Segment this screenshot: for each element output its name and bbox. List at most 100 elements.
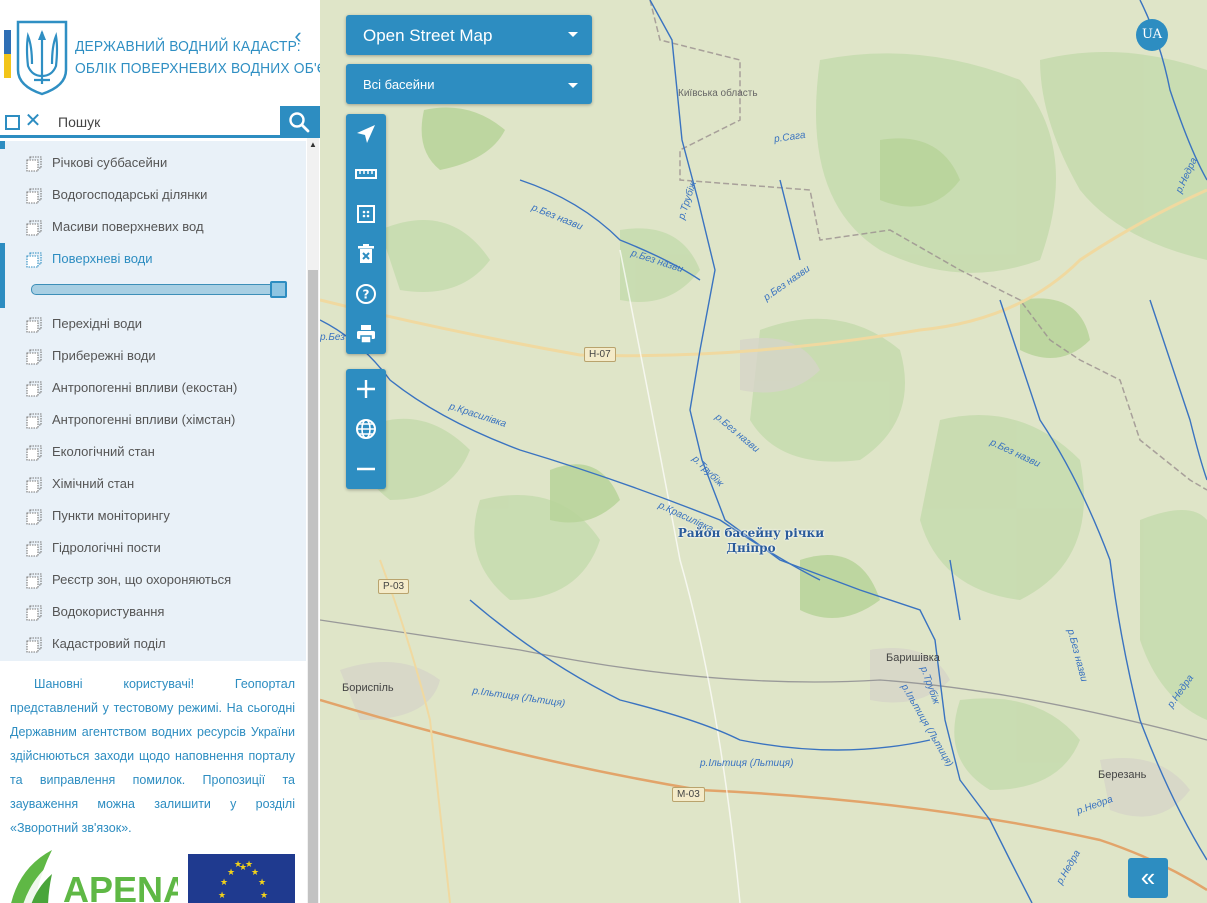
locate-button[interactable]	[346, 114, 386, 154]
search-input[interactable]	[58, 110, 276, 134]
basemap-select-value: Open Street Map	[363, 26, 493, 45]
layer-item[interactable]: Перехідні води	[0, 308, 306, 340]
layer-item[interactable]: Масиви поверхневих вод	[0, 211, 306, 243]
layer-icon	[26, 509, 42, 525]
svg-text:★: ★	[234, 860, 242, 870]
sidebar: ДЕРЖАВНИЙ ВОДНИЙ КАДАСТР: ОБЛІК ПОВЕРХНЕ…	[0, 0, 320, 903]
place-label: Баришівка	[886, 652, 940, 664]
zoom-in-button[interactable]	[346, 369, 386, 409]
basin-label: Район басейну річки Дніпро	[666, 526, 836, 556]
layer-icon	[26, 349, 42, 365]
caret-down-icon	[568, 32, 578, 37]
help-icon: ?	[356, 284, 376, 304]
svg-text:★: ★	[220, 878, 228, 888]
river-label: р.Ільтиця (Льтиця)	[700, 758, 794, 769]
search-button[interactable]	[280, 106, 320, 138]
layer-item[interactable]: Кадастровий поділ	[0, 628, 306, 660]
opacity-slider-thumb[interactable]	[270, 281, 287, 298]
layer-label: Водокористування	[52, 604, 165, 619]
layer-item[interactable]: Поверхневі води	[0, 243, 306, 308]
layer-icon	[26, 220, 42, 236]
full-extent-button[interactable]	[346, 409, 386, 449]
layer-label: Хімічний стан	[52, 476, 135, 491]
help-button[interactable]: ?	[346, 274, 386, 314]
layer-icon	[26, 381, 42, 397]
print-button[interactable]	[346, 314, 386, 354]
layer-item[interactable]: Екологічний стан	[0, 436, 306, 468]
trident-coat-of-arms-icon	[16, 20, 68, 96]
layer-label: Кадастровий поділ	[52, 636, 166, 651]
layer-item[interactable]: Антропогенні впливи (хімстан)	[0, 404, 306, 436]
place-label: Бориспіль	[342, 682, 394, 694]
scrollbar-thumb[interactable]	[308, 270, 318, 903]
scroll-up-arrow[interactable]: ▲	[307, 138, 319, 152]
chevron-left-icon[interactable]: ‹	[289, 25, 307, 47]
layer-icon	[26, 541, 42, 557]
oblast-label: Київська область	[678, 88, 758, 99]
layer-icon	[26, 156, 42, 172]
basin-label-line2: Дніпро	[726, 541, 776, 555]
header: ДЕРЖАВНИЙ ВОДНИЙ КАДАСТР: ОБЛІК ПОВЕРХНЕ…	[0, 0, 320, 105]
measure-area-button[interactable]	[346, 194, 386, 234]
layer-icon	[26, 605, 42, 621]
layer-label: Річкові суббасейни	[52, 155, 168, 170]
svg-text:★: ★	[218, 891, 226, 901]
layer-item[interactable]: Водогосподарські ділянки	[0, 179, 306, 211]
zoom-in-icon	[357, 380, 375, 398]
globe-icon	[356, 419, 376, 439]
layer-icon	[26, 188, 42, 204]
measure-distance-button[interactable]	[346, 154, 386, 194]
language-switch[interactable]: UA	[1136, 19, 1168, 51]
layer-label: Масиви поверхневих вод	[52, 219, 204, 234]
svg-text:★: ★	[258, 878, 266, 888]
layer-label: Пункти моніторингу	[52, 508, 170, 523]
active-layer-indicator	[0, 243, 5, 308]
search-icon	[289, 112, 310, 133]
notice-text: Шановні користувачі! Геопортал представл…	[10, 677, 295, 835]
basin-select-value: Всі басейни	[363, 77, 435, 92]
select-all-checkbox[interactable]	[5, 115, 20, 130]
map-canvas[interactable]: Київська область р.Сага р.Без назви р.Бе…	[320, 0, 1207, 903]
site-title-line1: ДЕРЖАВНИЙ ВОДНИЙ КАДАСТР:	[75, 38, 301, 55]
basin-label-line1: Район басейну річки	[677, 526, 825, 540]
opacity-slider-track[interactable]	[31, 284, 286, 295]
layer-item[interactable]: Водокористування	[0, 596, 306, 628]
site-title-line2: ОБЛІК ПОВЕРХНЕВИХ ВОДНИХ ОБ'ЄКТІВ	[75, 60, 320, 77]
zoom-out-button[interactable]	[346, 449, 386, 489]
zoom-toolbar	[346, 369, 386, 489]
layer-icon	[26, 252, 42, 268]
layer-label: Прибережні води	[52, 348, 156, 363]
layer-icon	[26, 445, 42, 461]
locate-icon	[357, 125, 375, 143]
layer-label: Антропогенні впливи (хімстан)	[52, 412, 236, 427]
layer-item[interactable]: Реєстр зон, що охороняються	[0, 564, 306, 596]
layer-item[interactable]: Антропогенні впливи (екостан)	[0, 372, 306, 404]
layer-icon	[26, 637, 42, 653]
layer-icon	[26, 573, 42, 589]
apena-logo-text: APENA	[63, 869, 178, 903]
double-chevron-left-icon[interactable]: «	[1128, 858, 1168, 898]
caret-down-icon	[568, 83, 578, 88]
clear-icon[interactable]: ✕	[24, 110, 42, 132]
layer-label: Реєстр зон, що охороняються	[52, 572, 232, 587]
layer-label: Перехідні води	[52, 316, 142, 331]
layer-item[interactable]: Пункти моніторингу	[0, 500, 306, 532]
basin-select[interactable]: Всі басейни	[346, 64, 592, 104]
map-toolbar: ?	[346, 114, 386, 354]
road-tag: Н-07	[584, 347, 616, 362]
delete-button[interactable]	[346, 234, 386, 274]
layer-item[interactable]: Річкові суббасейни	[0, 147, 306, 179]
layer-item[interactable]: Гідрологічні пости	[0, 532, 306, 564]
eu-flag-logo: ★ ★ ★ ★ ★ ★ ★ ★ ★	[188, 854, 295, 903]
basemap-select[interactable]: Open Street Map	[346, 15, 592, 55]
layer-icon	[26, 317, 42, 333]
print-icon	[357, 325, 375, 344]
ruler-icon	[355, 169, 377, 179]
layer-item[interactable]: Хімічний стан	[0, 468, 306, 500]
layer-item[interactable]: Прибережні води	[0, 340, 306, 372]
apena-logo: APENA	[8, 848, 178, 903]
layer-label: Гідрологічні пости	[52, 540, 161, 555]
area-measure-icon	[357, 205, 375, 223]
place-label: Березань	[1098, 769, 1147, 781]
flag-stripe-yellow	[4, 54, 11, 78]
